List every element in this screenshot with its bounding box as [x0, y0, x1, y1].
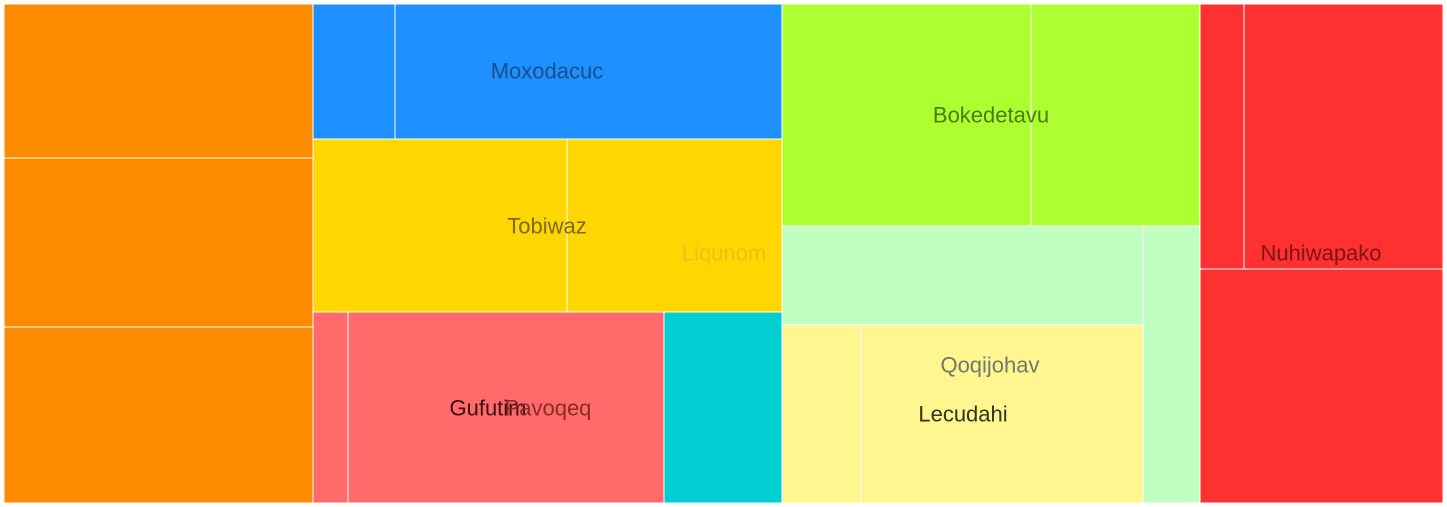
treemap-tile-orange-2 — [3, 326, 314, 504]
label-lecudahi: Lecudahi — [918, 402, 1007, 427]
treemap-tile-salmon-7 — [312, 311, 349, 504]
label-pavoqeq: Pavoqeq — [505, 396, 592, 421]
treemap-tile-orange-1 — [3, 157, 314, 328]
label-qoqijohav: Qoqijohav — [940, 353, 1039, 378]
treemap-tile-blue-3 — [312, 3, 396, 140]
treemap-tile-lime-11 — [1030, 3, 1201, 227]
treemap-tile-cyan-9 — [663, 311, 783, 504]
label-liqunom: Liqunom — [682, 241, 766, 266]
treemap-chart: Moxodacuc Tobiwaz Liqunom Gufutim Pavoqe… — [3, 3, 1444, 504]
treemap-tile-gold-6 — [566, 138, 783, 313]
treemap-tile-orange-0 — [3, 3, 314, 159]
treemap-tile-red-16 — [1199, 3, 1245, 270]
treemap-tile-yellow-14 — [781, 324, 862, 504]
treemap-tile-mint-12 — [781, 225, 1144, 326]
label-moxodacuc: Moxodacuc — [491, 59, 604, 84]
label-tobiwaz: Tobiwaz — [507, 214, 586, 239]
treemap-tile-mint-13 — [1142, 225, 1201, 504]
label-nuhiwapako: Nuhiwapako — [1260, 241, 1381, 266]
treemap-tile-red-17 — [1243, 3, 1444, 270]
label-bokedetavu: Bokedetavu — [933, 103, 1049, 128]
treemap-tile-red-18 — [1199, 268, 1444, 504]
